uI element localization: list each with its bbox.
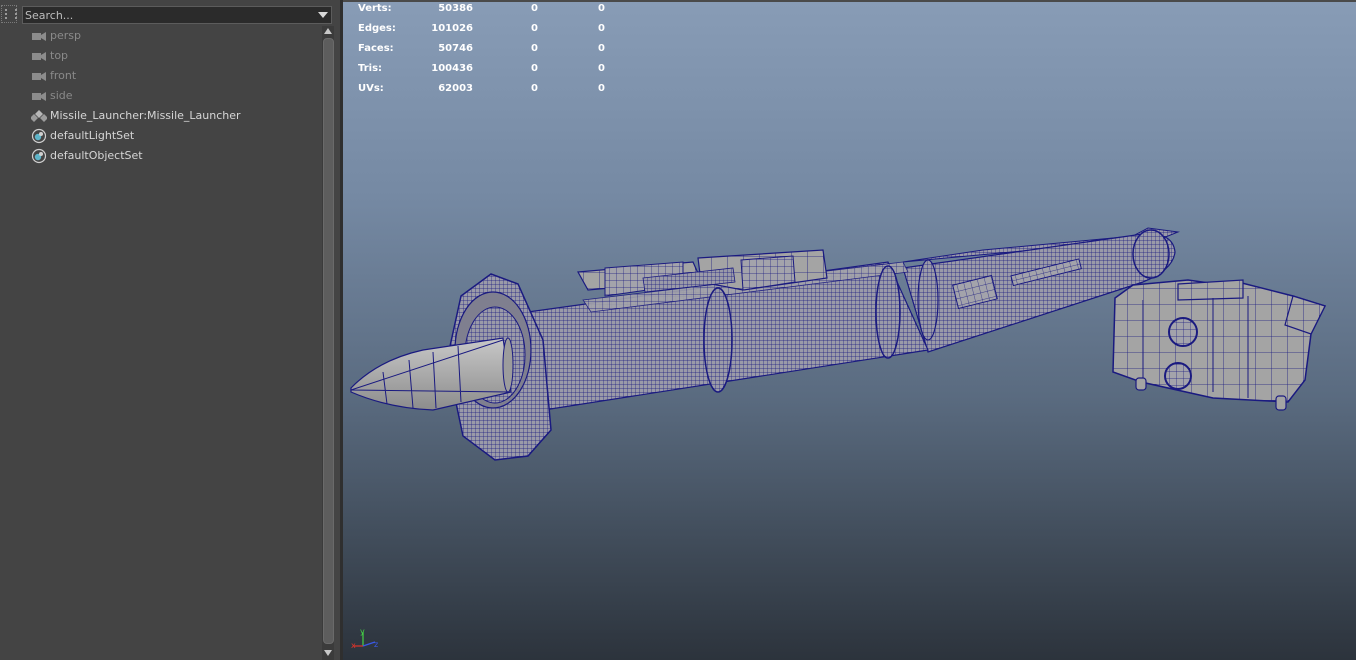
- sight-foot: [1135, 377, 1147, 391]
- camera-icon: [31, 29, 47, 43]
- outliner-item-label: front: [50, 69, 77, 82]
- outliner-item-front[interactable]: front: [0, 66, 320, 86]
- axis-y-label: y: [360, 627, 365, 636]
- outliner-item-side[interactable]: side: [0, 86, 320, 106]
- outliner-item-label: persp: [50, 29, 81, 42]
- outliner-scrollbar[interactable]: [322, 26, 334, 660]
- camera-icon: [31, 49, 47, 63]
- axis-z-label: z: [374, 640, 378, 649]
- outliner-item-defaultlightset[interactable]: defaultLightSet: [0, 126, 320, 146]
- camera-icon: [31, 69, 47, 83]
- outliner-item-label: Missile_Launcher:Missile_Launcher: [50, 109, 241, 122]
- sight-lens: [1168, 317, 1198, 347]
- object-set-icon: [31, 128, 47, 144]
- missile-launcher-wireframe-model[interactable]: [343, 0, 1356, 660]
- axis-gizmo-icon: y x z: [351, 627, 378, 650]
- tube-ring: [703, 287, 733, 393]
- outliner-item-label: defaultObjectSet: [50, 149, 143, 162]
- tube-ring: [917, 259, 939, 341]
- outliner-item-missile-launcher[interactable]: Missile_Launcher:Missile_Launcher: [0, 106, 320, 126]
- scrollbar-thumb[interactable]: [323, 38, 334, 644]
- outliner-item-persp[interactable]: persp: [0, 26, 320, 46]
- launcher-rear-cap: [1132, 229, 1170, 279]
- panel-grip-icon[interactable]: [1, 5, 17, 23]
- outliner-panel: persp top front side Missile_Launcher:Mi…: [0, 0, 340, 660]
- chevron-down-icon[interactable]: [318, 12, 328, 18]
- sight-foot: [1275, 395, 1287, 411]
- transform-group-icon: [30, 109, 48, 123]
- 3d-viewport[interactable]: Verts: 50386 0 0 Edges: 101026 0 0 Faces…: [343, 0, 1356, 660]
- scroll-up-arrow-icon[interactable]: [324, 28, 332, 34]
- outliner-item-label: top: [50, 49, 69, 62]
- camera-icon: [31, 89, 47, 103]
- outliner-item-label: defaultLightSet: [50, 129, 135, 142]
- search-field[interactable]: [22, 6, 332, 24]
- outliner-item-defaultobjectset[interactable]: defaultObjectSet: [0, 146, 320, 166]
- search-input[interactable]: [25, 7, 310, 23]
- axis-x-label: x: [351, 641, 356, 650]
- sight-lens: [1164, 362, 1192, 390]
- object-set-icon: [31, 148, 47, 164]
- outliner-tree: persp top front side Missile_Launcher:Mi…: [0, 26, 320, 166]
- outliner-item-top[interactable]: top: [0, 46, 320, 66]
- scroll-down-arrow-icon[interactable]: [324, 650, 332, 656]
- tube-ring: [875, 265, 901, 359]
- outliner-item-label: side: [50, 89, 73, 102]
